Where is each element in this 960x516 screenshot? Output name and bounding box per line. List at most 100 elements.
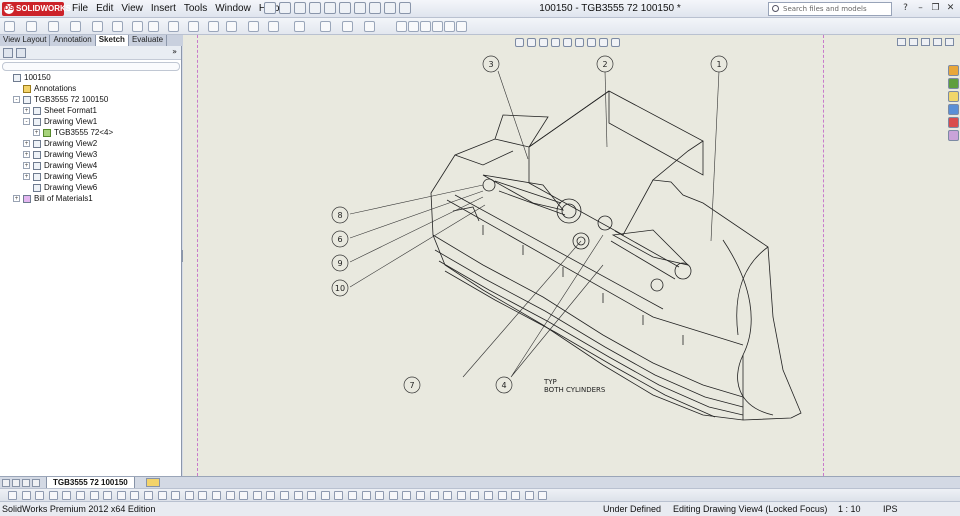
balloon-6[interactable]: 6 <box>331 230 349 248</box>
next-sheet-icon[interactable] <box>22 479 30 487</box>
tree-node[interactable]: + Drawing View3 <box>0 149 180 160</box>
grid-icon[interactable] <box>408 21 419 32</box>
block-icon[interactable] <box>198 491 208 500</box>
line-style-icon[interactable] <box>348 491 357 500</box>
balloon-8[interactable]: 8 <box>331 206 349 224</box>
surface-finish-icon[interactable] <box>89 491 99 500</box>
block-icon[interactable] <box>432 21 443 32</box>
line-format-icon[interactable] <box>444 21 455 32</box>
menu-view[interactable]: View <box>117 0 147 18</box>
balloon-1[interactable]: 1 <box>710 55 728 73</box>
last-sheet-icon[interactable] <box>32 479 40 487</box>
hole-callout-icon[interactable] <box>116 491 126 500</box>
color-display-icon[interactable] <box>375 491 385 500</box>
offset-icon[interactable] <box>248 21 259 32</box>
close-icon[interactable]: ✕ <box>945 2 956 14</box>
extend-icon[interactable] <box>470 491 480 500</box>
layer-icon[interactable] <box>396 21 407 32</box>
repair-sketch-icon[interactable] <box>342 21 353 32</box>
print-icon[interactable] <box>324 2 336 14</box>
trim-icon[interactable] <box>456 491 466 500</box>
search-box[interactable]: Search files and models <box>768 2 892 16</box>
spell-check-icon[interactable] <box>252 491 262 500</box>
geometric-tolerance-icon[interactable] <box>144 491 153 500</box>
new-document-icon[interactable] <box>279 2 291 14</box>
feature-tree-tab-icon[interactable] <box>3 48 13 58</box>
arc-icon[interactable] <box>443 491 453 500</box>
collapse-icon[interactable]: - <box>13 96 20 103</box>
tree-node[interactable]: + TGB3555 72<4> <box>0 127 180 138</box>
tree-node[interactable]: - Drawing View1 <box>0 116 180 127</box>
note-typ[interactable]: TYP <box>543 378 557 386</box>
tree-node[interactable]: + Drawing View4 <box>0 160 180 171</box>
bucket-isometric-drawing[interactable]: 3 2 1 8 6 9 10 7 4 TYP BOTH CYLINDERS <box>183 35 960 476</box>
polygon-icon[interactable] <box>132 21 143 32</box>
relations-icon[interactable] <box>497 491 507 500</box>
datum-icon[interactable] <box>130 491 140 500</box>
ellipse-icon[interactable] <box>168 21 179 32</box>
fillet-icon[interactable] <box>188 21 199 32</box>
tab-view-layout[interactable]: View Layout <box>0 35 51 46</box>
revision-cloud-icon[interactable] <box>212 491 221 500</box>
restore-icon[interactable]: ❐ <box>930 2 941 14</box>
smart-dimension-icon[interactable] <box>35 491 45 500</box>
area-hatch-icon[interactable] <box>184 491 194 500</box>
circle-icon[interactable] <box>92 21 103 32</box>
menu-edit[interactable]: Edit <box>92 0 117 18</box>
select-icon[interactable] <box>8 491 17 500</box>
table-icon[interactable] <box>420 21 431 32</box>
balloon-9[interactable]: 9 <box>331 254 349 272</box>
weld-symbol-icon[interactable] <box>103 491 113 500</box>
balloon-4[interactable]: 4 <box>495 376 513 394</box>
previous-sheet-icon[interactable] <box>12 479 20 487</box>
trim-icon[interactable] <box>268 21 279 32</box>
menu-window[interactable]: Window <box>211 0 255 18</box>
tab-sketch[interactable]: Sketch <box>95 35 129 46</box>
smart-dimension-icon[interactable] <box>4 21 15 32</box>
note-icon[interactable] <box>48 491 58 500</box>
polygon-icon[interactable] <box>538 491 548 500</box>
line-icon[interactable] <box>26 21 37 32</box>
expand-icon[interactable]: + <box>33 129 40 136</box>
format-painter-icon[interactable] <box>266 491 276 500</box>
model-items-icon[interactable] <box>239 491 249 500</box>
spline-icon[interactable] <box>148 21 159 32</box>
help-icon[interactable]: ? <box>900 2 911 14</box>
measure-icon[interactable] <box>456 21 467 32</box>
tree-node[interactable]: Annotations <box>0 83 180 94</box>
circle-icon[interactable] <box>429 491 439 500</box>
save-icon[interactable] <box>309 2 321 14</box>
expand-icon[interactable]: + <box>23 162 30 169</box>
tree-node[interactable]: + Drawing View5 <box>0 171 180 182</box>
expand-icon[interactable]: + <box>13 195 20 202</box>
expand-icon[interactable]: + <box>23 107 30 114</box>
minimize-icon[interactable]: – <box>915 2 926 14</box>
pin-icon[interactable] <box>264 2 276 14</box>
tab-evaluate[interactable]: Evaluate <box>129 35 168 46</box>
quick-snaps-icon[interactable] <box>364 21 375 32</box>
rebuild-icon[interactable] <box>369 2 381 14</box>
slot-icon[interactable] <box>70 21 81 32</box>
line-icon[interactable] <box>416 491 425 500</box>
line-color-icon[interactable] <box>320 491 330 500</box>
point-icon[interactable] <box>402 491 412 500</box>
layer-icon[interactable] <box>307 491 317 500</box>
balloon-3[interactable]: 3 <box>482 55 500 73</box>
linear-pattern-icon[interactable] <box>294 21 305 32</box>
center-mark-icon[interactable] <box>157 491 167 500</box>
table-icon[interactable] <box>225 491 235 500</box>
expand-panel-icon[interactable]: » <box>172 47 177 56</box>
expand-icon[interactable]: + <box>23 173 30 180</box>
slot-icon[interactable] <box>524 491 534 500</box>
note-both-cylinders[interactable]: BOTH CYLINDERS <box>544 386 606 394</box>
menu-file[interactable]: File <box>68 0 92 18</box>
expand-icon[interactable]: + <box>23 151 30 158</box>
relations-icon[interactable] <box>320 21 331 32</box>
status-units[interactable]: IPS <box>883 502 898 516</box>
graphics-area[interactable]: 3 2 1 8 6 9 10 7 4 TYP BOTH CYLINDERS <box>183 35 960 476</box>
options-icon[interactable] <box>399 2 411 14</box>
mirror-icon[interactable] <box>226 21 237 32</box>
tree-node[interactable]: + Sheet Format1 <box>0 105 180 116</box>
line-thickness-icon[interactable] <box>334 491 344 500</box>
tree-node[interactable]: + Bill of Materials1 <box>0 193 180 204</box>
